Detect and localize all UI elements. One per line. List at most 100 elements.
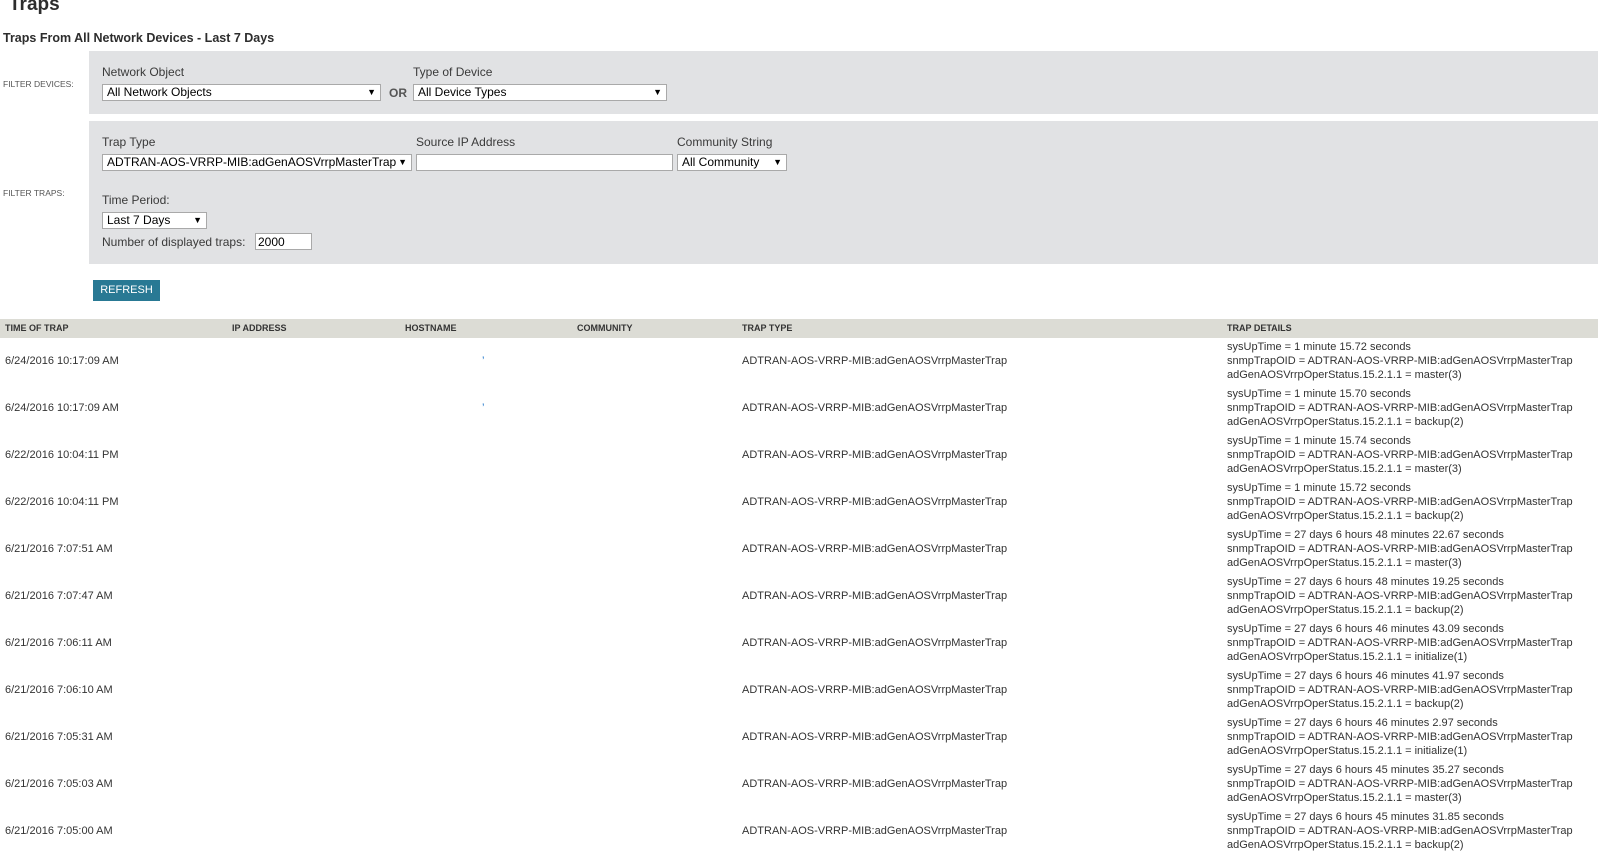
trap-type: ADTRAN-AOS-VRRP-MIB:adGenAOSVrrpMasterTr… bbox=[742, 402, 1008, 414]
trap-detail-line: adGenAOSVrrpOperStatus.15.2.1.1 = master… bbox=[1227, 463, 1462, 475]
trap-time: 6/22/2016 10:04:11 PM bbox=[5, 449, 119, 461]
dropdown-arrow-icon: ▼ bbox=[398, 157, 407, 167]
trap-detail-line: snmpTrapOID = ADTRAN-AOS-VRRP-MIB:adGenA… bbox=[1227, 637, 1573, 649]
trap-details: sysUpTime = 27 days 6 hours 45 minutes 3… bbox=[1227, 810, 1573, 852]
trap-type: ADTRAN-AOS-VRRP-MIB:adGenAOSVrrpMasterTr… bbox=[742, 496, 1008, 508]
time-period-select[interactable]: Last 7 Days ▼ bbox=[102, 212, 207, 229]
trap-type: ADTRAN-AOS-VRRP-MIB:adGenAOSVrrpMasterTr… bbox=[742, 731, 1008, 743]
time-period-value: Last 7 Days bbox=[107, 213, 171, 227]
table-row[interactable]: 6/22/2016 10:04:11 PM ADTRAN-AOS-VRRP-MIB… bbox=[0, 434, 1598, 481]
trap-type-select[interactable]: ADTRAN-AOS-VRRP-MIB:adGenAOSVrrpMasterTr… bbox=[102, 154, 412, 171]
table-row[interactable]: 6/24/2016 10:17:09 AM ’ ADTRAN-AOS-VRRP-MI… bbox=[0, 340, 1598, 387]
trap-details: sysUpTime = 27 days 6 hours 46 minutes 2… bbox=[1227, 716, 1573, 758]
filter-traps-label: FILTER TRAPS: bbox=[3, 188, 65, 198]
trap-detail-line: snmpTrapOID = ADTRAN-AOS-VRRP-MIB:adGenA… bbox=[1227, 496, 1573, 508]
source-ip-label: Source IP Address bbox=[416, 135, 516, 149]
trap-detail-line: snmpTrapOID = ADTRAN-AOS-VRRP-MIB:adGenA… bbox=[1227, 590, 1573, 602]
table-row[interactable]: 6/21/2016 7:05:03 AM ADTRAN-AOS-VRRP-MIB:… bbox=[0, 763, 1598, 810]
trap-hostname-link[interactable]: ’ bbox=[482, 355, 484, 367]
table-header: TIME OF TRAP IP ADDRESS HOSTNAME COMMUNI… bbox=[0, 319, 1598, 338]
column-header-trap-details[interactable]: TRAP DETAILS bbox=[1227, 319, 1292, 338]
time-period-label: Time Period: bbox=[102, 193, 170, 207]
trap-details: sysUpTime = 1 minute 15.74 seconds snmpTr… bbox=[1227, 434, 1573, 476]
trap-detail-line: snmpTrapOID = ADTRAN-AOS-VRRP-MIB:adGenA… bbox=[1227, 825, 1573, 837]
table-row[interactable]: 6/21/2016 7:06:11 AM ADTRAN-AOS-VRRP-MIB:… bbox=[0, 622, 1598, 669]
community-label: Community String bbox=[677, 135, 773, 149]
trap-detail-line: sysUpTime = 27 days 6 hours 46 minutes 4… bbox=[1227, 670, 1504, 682]
dropdown-arrow-icon: ▼ bbox=[367, 87, 376, 97]
filter-traps-panel: Trap Type ADTRAN-AOS-VRRP-MIB:adGenAOSVr… bbox=[89, 121, 1598, 264]
trap-details: sysUpTime = 27 days 6 hours 46 minutes 4… bbox=[1227, 622, 1573, 664]
trap-detail-line: adGenAOSVrrpOperStatus.15.2.1.1 = master… bbox=[1227, 369, 1462, 381]
refresh-button[interactable]: REFRESH bbox=[93, 280, 160, 301]
table-row[interactable]: 6/21/2016 7:07:47 AM ADTRAN-AOS-VRRP-MIB:… bbox=[0, 575, 1598, 622]
trap-detail-line: adGenAOSVrrpOperStatus.15.2.1.1 = backup… bbox=[1227, 604, 1464, 616]
trap-type: ADTRAN-AOS-VRRP-MIB:adGenAOSVrrpMasterTr… bbox=[742, 590, 1008, 602]
source-ip-input[interactable] bbox=[416, 154, 673, 171]
trap-detail-line: sysUpTime = 1 minute 15.72 seconds bbox=[1227, 482, 1411, 494]
traps-table-body: 6/24/2016 10:17:09 AM ’ ADTRAN-AOS-VRRP-MI… bbox=[0, 340, 1598, 857]
table-row[interactable]: 6/22/2016 10:04:11 PM ADTRAN-AOS-VRRP-MIB… bbox=[0, 481, 1598, 528]
column-header-hostname[interactable]: HOSTNAME bbox=[405, 319, 457, 338]
or-label: OR bbox=[389, 86, 407, 100]
column-header-time[interactable]: TIME OF TRAP bbox=[5, 319, 69, 338]
trap-details: sysUpTime = 27 days 6 hours 48 minutes 2… bbox=[1227, 528, 1573, 570]
device-type-label: Type of Device bbox=[413, 65, 493, 79]
filter-devices-panel: Network Object All Network Objects ▼ OR … bbox=[89, 51, 1598, 114]
column-header-community[interactable]: COMMUNITY bbox=[577, 319, 633, 338]
community-value: All Community bbox=[682, 155, 760, 169]
network-object-select[interactable]: All Network Objects ▼ bbox=[102, 84, 381, 101]
trap-type: ADTRAN-AOS-VRRP-MIB:adGenAOSVrrpMasterTr… bbox=[742, 825, 1008, 837]
trap-detail-line: snmpTrapOID = ADTRAN-AOS-VRRP-MIB:adGenA… bbox=[1227, 449, 1573, 461]
trap-detail-line: adGenAOSVrrpOperStatus.15.2.1.1 = initia… bbox=[1227, 745, 1468, 757]
column-header-ip[interactable]: IP ADDRESS bbox=[232, 319, 287, 338]
trap-detail-line: adGenAOSVrrpOperStatus.15.2.1.1 = master… bbox=[1227, 792, 1462, 804]
trap-type: ADTRAN-AOS-VRRP-MIB:adGenAOSVrrpMasterTr… bbox=[742, 778, 1008, 790]
trap-detail-line: sysUpTime = 27 days 6 hours 48 minutes 2… bbox=[1227, 529, 1504, 541]
table-row[interactable]: 6/21/2016 7:05:31 AM ADTRAN-AOS-VRRP-MIB:… bbox=[0, 716, 1598, 763]
trap-type: ADTRAN-AOS-VRRP-MIB:adGenAOSVrrpMasterTr… bbox=[742, 637, 1008, 649]
community-select[interactable]: All Community ▼ bbox=[677, 154, 787, 171]
page-title: Traps bbox=[9, 0, 60, 15]
dropdown-arrow-icon: ▼ bbox=[653, 87, 662, 97]
device-type-select[interactable]: All Device Types ▼ bbox=[413, 84, 667, 101]
trap-detail-line: adGenAOSVrrpOperStatus.15.2.1.1 = backup… bbox=[1227, 698, 1464, 710]
trap-type: ADTRAN-AOS-VRRP-MIB:adGenAOSVrrpMasterTr… bbox=[742, 355, 1008, 367]
trap-hostname-link[interactable]: ’ bbox=[482, 402, 484, 414]
trap-detail-line: sysUpTime = 1 minute 15.74 seconds bbox=[1227, 435, 1411, 447]
trap-time: 6/21/2016 7:06:11 AM bbox=[5, 637, 112, 649]
device-type-value: All Device Types bbox=[418, 85, 507, 99]
table-row[interactable]: 6/24/2016 10:17:09 AM ’ ADTRAN-AOS-VRRP-MI… bbox=[0, 387, 1598, 434]
page-subtitle: Traps From All Network Devices - Last 7 … bbox=[3, 31, 275, 45]
trap-type-label: Trap Type bbox=[102, 135, 156, 149]
trap-detail-line: snmpTrapOID = ADTRAN-AOS-VRRP-MIB:adGenA… bbox=[1227, 543, 1573, 555]
trap-detail-line: sysUpTime = 27 days 6 hours 48 minutes 1… bbox=[1227, 576, 1504, 588]
trap-detail-line: sysUpTime = 1 minute 15.70 seconds bbox=[1227, 388, 1411, 400]
trap-count-input[interactable] bbox=[255, 233, 312, 250]
trap-detail-line: sysUpTime = 27 days 6 hours 45 minutes 3… bbox=[1227, 764, 1504, 776]
trap-details: sysUpTime = 27 days 6 hours 48 minutes 1… bbox=[1227, 575, 1573, 617]
trap-detail-line: snmpTrapOID = ADTRAN-AOS-VRRP-MIB:adGenA… bbox=[1227, 731, 1573, 743]
trap-detail-line: sysUpTime = 27 days 6 hours 46 minutes 2… bbox=[1227, 717, 1498, 729]
trap-time: 6/24/2016 10:17:09 AM bbox=[5, 355, 119, 367]
table-row[interactable]: 6/21/2016 7:07:51 AM ADTRAN-AOS-VRRP-MIB:… bbox=[0, 528, 1598, 575]
trap-detail-line: adGenAOSVrrpOperStatus.15.2.1.1 = master… bbox=[1227, 557, 1462, 569]
filter-devices-label: FILTER DEVICES: bbox=[3, 79, 74, 89]
trap-details: sysUpTime = 1 minute 15.72 seconds snmpTr… bbox=[1227, 481, 1573, 523]
trap-details: sysUpTime = 27 days 6 hours 45 minutes 3… bbox=[1227, 763, 1573, 805]
trap-time: 6/21/2016 7:07:47 AM bbox=[5, 590, 113, 602]
trap-details: sysUpTime = 1 minute 15.70 seconds snmpTr… bbox=[1227, 387, 1573, 429]
trap-time: 6/24/2016 10:17:09 AM bbox=[5, 402, 119, 414]
trap-type: ADTRAN-AOS-VRRP-MIB:adGenAOSVrrpMasterTr… bbox=[742, 449, 1008, 461]
trap-detail-line: snmpTrapOID = ADTRAN-AOS-VRRP-MIB:adGenA… bbox=[1227, 684, 1573, 696]
trap-detail-line: adGenAOSVrrpOperStatus.15.2.1.1 = backup… bbox=[1227, 839, 1464, 851]
column-header-trap-type[interactable]: TRAP TYPE bbox=[742, 319, 792, 338]
trap-time: 6/22/2016 10:04:11 PM bbox=[5, 496, 119, 508]
trap-detail-line: adGenAOSVrrpOperStatus.15.2.1.1 = initia… bbox=[1227, 651, 1468, 663]
trap-detail-line: snmpTrapOID = ADTRAN-AOS-VRRP-MIB:adGenA… bbox=[1227, 402, 1573, 414]
table-row[interactable]: 6/21/2016 7:06:10 AM ADTRAN-AOS-VRRP-MIB:… bbox=[0, 669, 1598, 716]
trap-type-value: ADTRAN-AOS-VRRP-MIB:adGenAOSVrrpMasterTr… bbox=[107, 155, 397, 169]
table-row[interactable]: 6/21/2016 7:05:00 AM ADTRAN-AOS-VRRP-MIB:… bbox=[0, 810, 1598, 857]
trap-time: 6/21/2016 7:05:31 AM bbox=[5, 731, 113, 743]
trap-time: 6/21/2016 7:07:51 AM bbox=[5, 543, 113, 555]
